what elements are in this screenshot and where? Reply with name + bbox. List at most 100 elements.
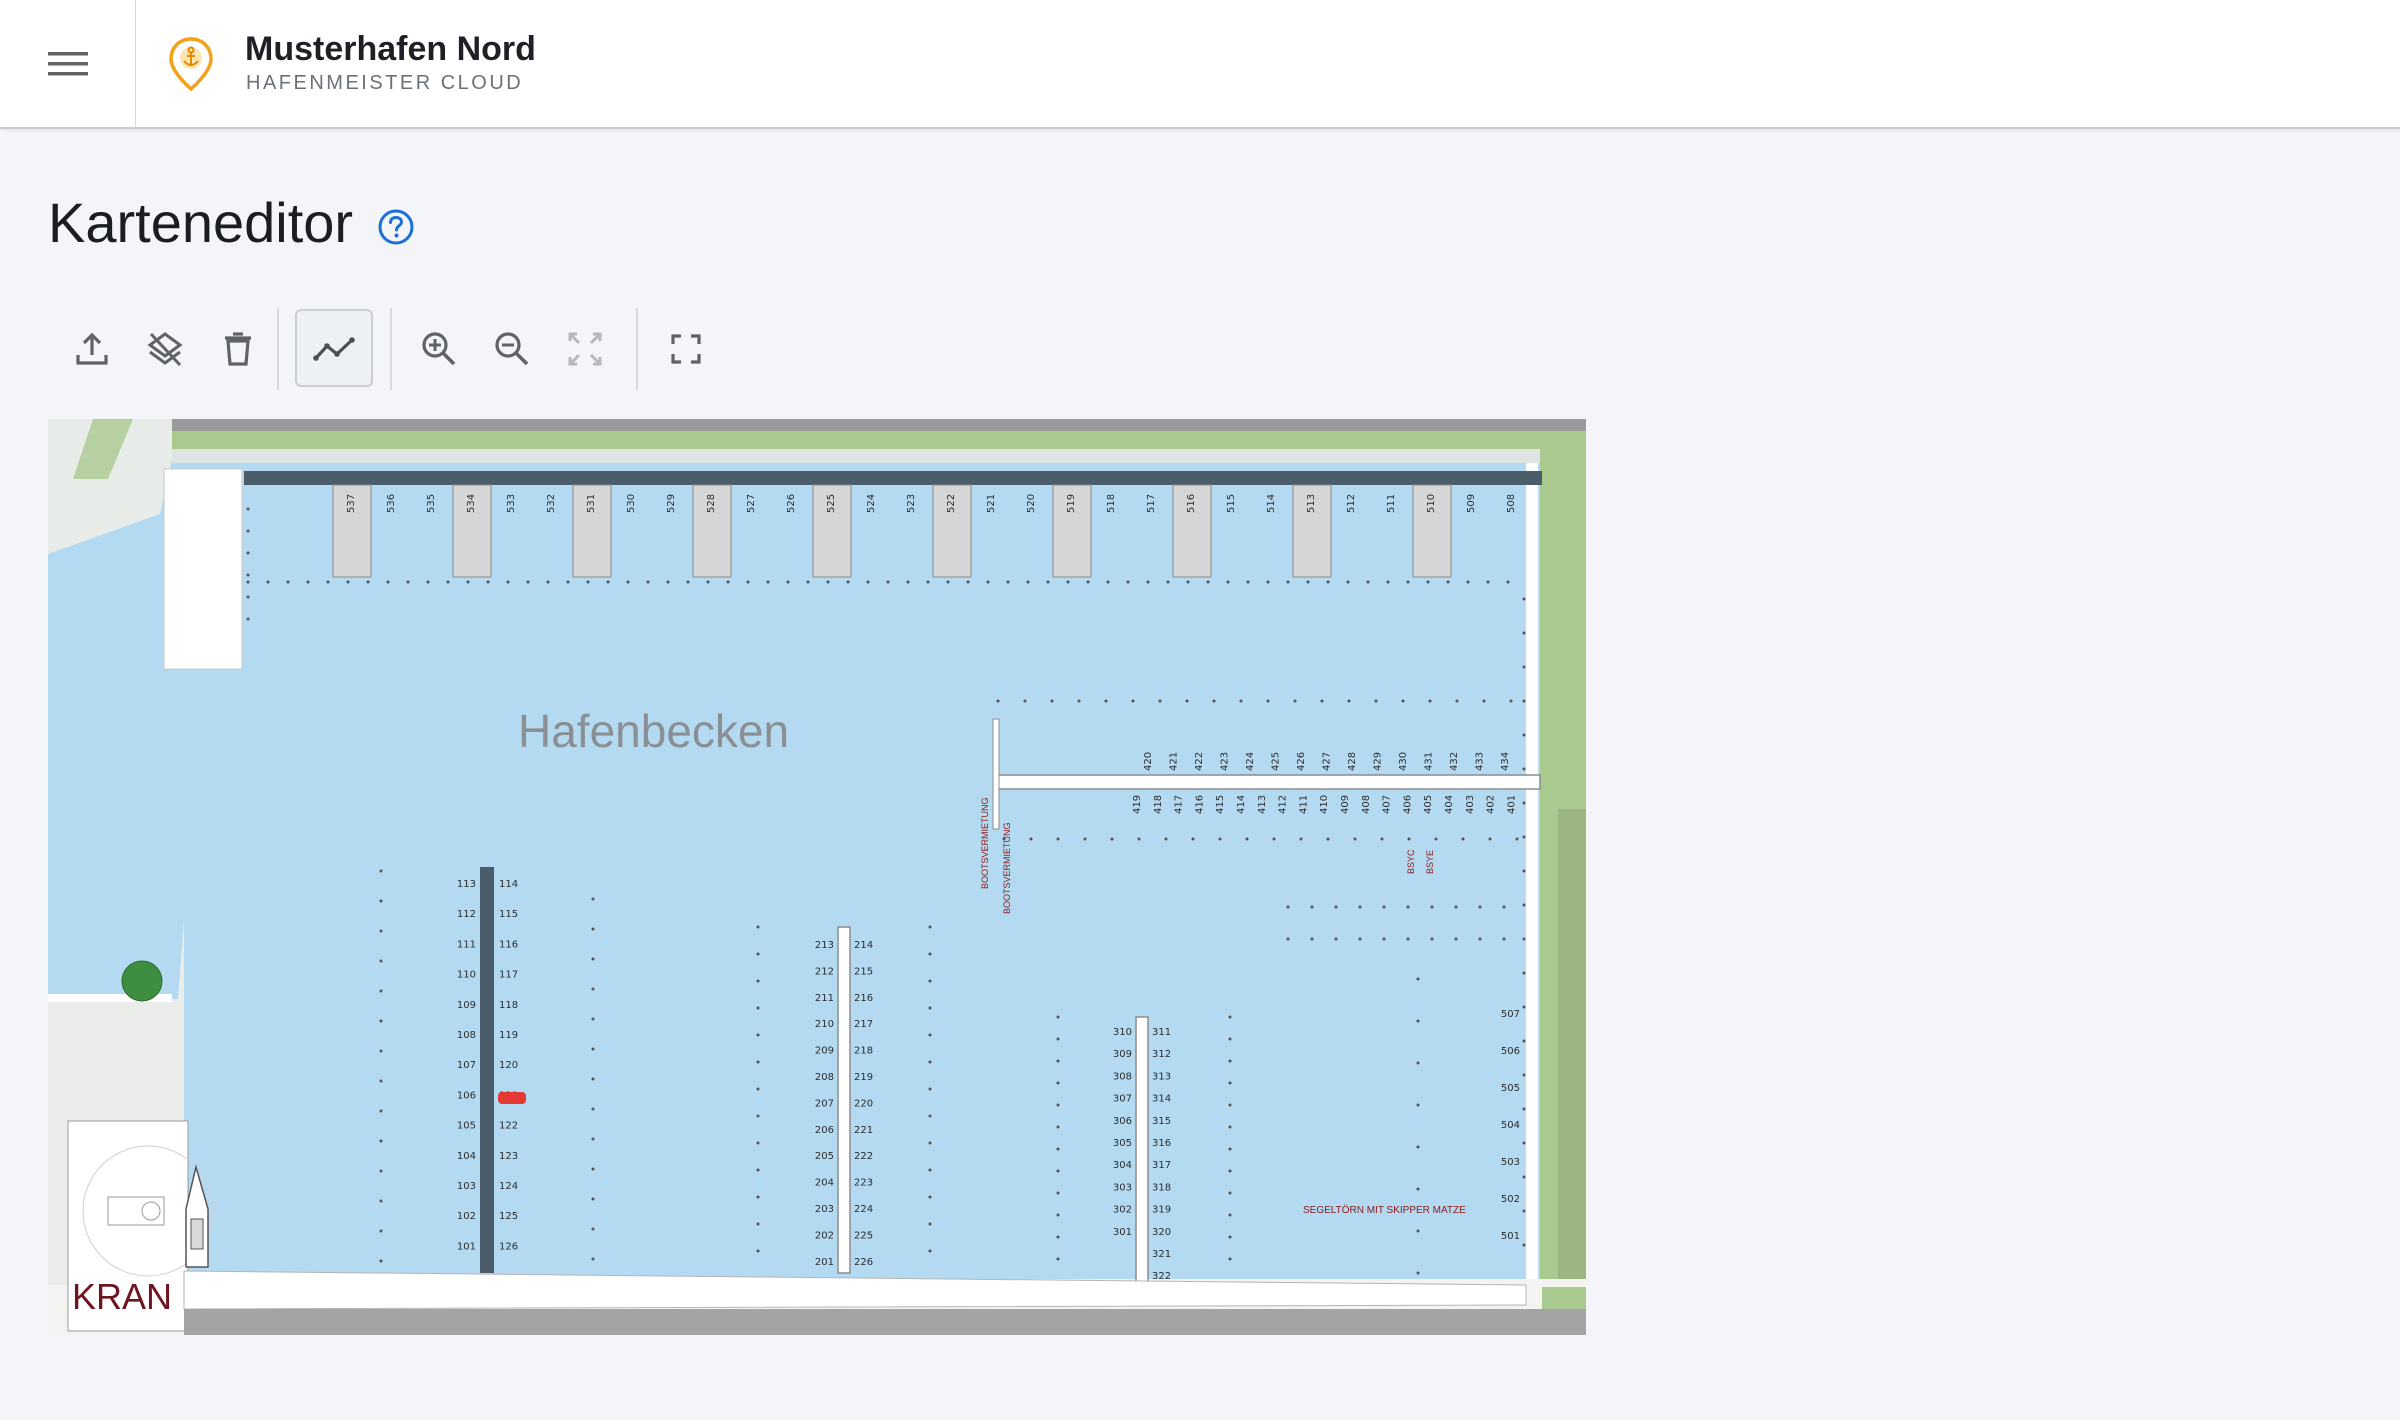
- berth-number[interactable]: 125: [499, 1211, 518, 1222]
- berth-number[interactable]: 534: [466, 494, 477, 513]
- berth-number[interactable]: 219: [854, 1072, 873, 1083]
- berth-number[interactable]: 225: [854, 1230, 873, 1241]
- polyline-button[interactable]: [295, 309, 373, 387]
- berth-number[interactable]: 316: [1152, 1138, 1171, 1149]
- berth-number[interactable]: 411: [1298, 795, 1309, 814]
- berth-number[interactable]: 424: [1245, 752, 1256, 771]
- berth-number[interactable]: 319: [1152, 1205, 1171, 1216]
- berth-number[interactable]: 303: [1113, 1182, 1132, 1193]
- berth-number[interactable]: 512: [1346, 494, 1357, 513]
- berth-number[interactable]: 417: [1174, 795, 1185, 814]
- berth-number[interactable]: 111: [457, 939, 476, 950]
- berth-number[interactable]: 429: [1373, 752, 1384, 771]
- berth-number[interactable]: 311: [1152, 1027, 1171, 1038]
- berth-number[interactable]: 412: [1278, 795, 1289, 814]
- berth-number[interactable]: 409: [1340, 795, 1351, 814]
- berth-number[interactable]: 226: [854, 1257, 873, 1268]
- berth-number[interactable]: 507: [1501, 1009, 1520, 1020]
- berth-number[interactable]: 302: [1113, 1205, 1132, 1216]
- berth-number[interactable]: 208: [815, 1072, 834, 1083]
- berth-number[interactable]: 220: [854, 1098, 873, 1109]
- berth-number[interactable]: 401: [1506, 795, 1517, 814]
- berth-number[interactable]: 415: [1215, 795, 1226, 814]
- berth-number[interactable]: 101: [457, 1241, 476, 1252]
- berth-number[interactable]: 516: [1186, 494, 1197, 513]
- berth-number[interactable]: 521: [986, 494, 997, 513]
- berth-number[interactable]: 413: [1257, 795, 1268, 814]
- berth-number[interactable]: 525: [826, 494, 837, 513]
- berth-number[interactable]: 210: [815, 1019, 834, 1030]
- berth-number[interactable]: 406: [1402, 795, 1413, 814]
- berth-number[interactable]: 508: [1506, 494, 1517, 513]
- berth-number[interactable]: 322: [1152, 1271, 1171, 1282]
- berth-number[interactable]: 425: [1271, 752, 1282, 771]
- berth-number[interactable]: 309: [1113, 1049, 1132, 1060]
- berth-number[interactable]: 313: [1152, 1071, 1171, 1082]
- pier-2[interactable]: [837, 926, 851, 1274]
- fullscreen-button[interactable]: [649, 312, 723, 386]
- berth-number[interactable]: 217: [854, 1019, 873, 1030]
- berth-number[interactable]: 314: [1152, 1094, 1171, 1105]
- berth-number[interactable]: 533: [506, 494, 517, 513]
- boat-marker[interactable]: [498, 1092, 526, 1104]
- pier-1[interactable]: [480, 867, 494, 1273]
- berth-number[interactable]: 422: [1194, 752, 1205, 771]
- berth-number[interactable]: 108: [457, 1030, 476, 1041]
- berth-number[interactable]: 431: [1424, 752, 1435, 771]
- berth-number[interactable]: 421: [1169, 752, 1180, 771]
- berth-number[interactable]: 416: [1194, 795, 1205, 814]
- berth-number[interactable]: 320: [1152, 1227, 1171, 1238]
- berth-number[interactable]: 518: [1106, 494, 1117, 513]
- berth-number[interactable]: 301: [1113, 1227, 1132, 1238]
- hide-layers-button[interactable]: [128, 312, 202, 386]
- berth-number[interactable]: 407: [1382, 795, 1393, 814]
- berth-number[interactable]: 124: [499, 1181, 518, 1192]
- berth-number[interactable]: 113: [457, 879, 476, 890]
- berth-number[interactable]: 114: [499, 879, 518, 890]
- upload-button[interactable]: [55, 312, 129, 386]
- berth-number[interactable]: 433: [1475, 752, 1486, 771]
- berth-number[interactable]: 527: [746, 494, 757, 513]
- berth-number[interactable]: 201: [815, 1257, 834, 1268]
- berth-number[interactable]: 430: [1398, 752, 1409, 771]
- menu-button[interactable]: [0, 0, 136, 127]
- berth-number[interactable]: 506: [1501, 1046, 1520, 1057]
- berth-number[interactable]: 119: [499, 1030, 518, 1041]
- berth-number[interactable]: 118: [499, 1000, 518, 1011]
- berth-number[interactable]: 306: [1113, 1116, 1132, 1127]
- berth-number[interactable]: 305: [1113, 1138, 1132, 1149]
- berth-number[interactable]: 526: [786, 494, 797, 513]
- berth-number[interactable]: 426: [1296, 752, 1307, 771]
- berth-number[interactable]: 509: [1466, 494, 1477, 513]
- berth-number[interactable]: 212: [815, 966, 834, 977]
- zoom-in-button[interactable]: [402, 312, 476, 386]
- berth-number[interactable]: 414: [1236, 795, 1247, 814]
- berth-number[interactable]: 222: [854, 1151, 873, 1162]
- berth-number[interactable]: 206: [815, 1125, 834, 1136]
- harbor-map[interactable]: 537 536 535 534 533 532 531 530 529 528 527 526 525 5…: [48, 419, 1586, 1335]
- berth-number[interactable]: 427: [1322, 752, 1333, 771]
- berth-number[interactable]: 107: [457, 1060, 476, 1071]
- berth-number[interactable]: 501: [1501, 1231, 1520, 1242]
- berth-number[interactable]: 104: [457, 1151, 476, 1162]
- berth-number[interactable]: 321: [1152, 1249, 1171, 1260]
- berth-number[interactable]: 514: [1266, 494, 1277, 513]
- berth-number[interactable]: 520: [1026, 494, 1037, 513]
- berth-number[interactable]: 205: [815, 1151, 834, 1162]
- berth-number[interactable]: 110: [457, 970, 476, 981]
- harbor-map-canvas[interactable]: 537 536 535 534 533 532 531 530 529 528 527 526 525 5…: [48, 419, 1586, 1335]
- berth-number[interactable]: 410: [1319, 795, 1330, 814]
- berth-number[interactable]: 106: [457, 1090, 476, 1101]
- berth-number[interactable]: 218: [854, 1046, 873, 1057]
- berth-number[interactable]: 215: [854, 966, 873, 977]
- berth-number[interactable]: 216: [854, 993, 873, 1004]
- berth-number[interactable]: 504: [1501, 1120, 1520, 1131]
- berth-number[interactable]: 211: [815, 993, 834, 1004]
- berth-number[interactable]: 126: [499, 1241, 518, 1252]
- berth-number[interactable]: 537: [346, 494, 357, 513]
- berth-number[interactable]: 213: [815, 940, 834, 951]
- berth-number[interactable]: 224: [854, 1204, 873, 1215]
- berth-number[interactable]: 536: [386, 494, 397, 513]
- berth-number[interactable]: 418: [1153, 795, 1164, 814]
- berth-number[interactable]: 317: [1152, 1160, 1171, 1171]
